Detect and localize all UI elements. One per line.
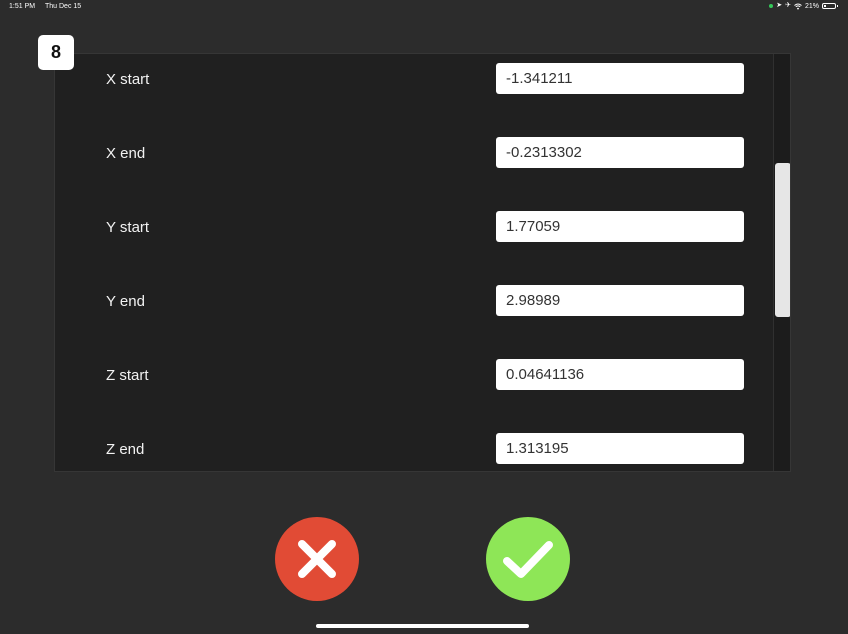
field-row-y-end: Y end (55, 285, 773, 319)
field-row-z-start: Z start (55, 359, 773, 393)
field-label: X start (106, 71, 150, 88)
checkmark-icon (503, 541, 553, 578)
y-start-input[interactable] (496, 211, 744, 242)
status-time: 1:51 PM (9, 3, 36, 10)
battery-percent: 21% (804, 2, 819, 10)
close-icon (298, 540, 336, 578)
field-label: Z start (106, 367, 149, 384)
screen: 1:51 PM Thu Dec 15 ➤ ✈ 21% 8 X start X e… (0, 0, 848, 634)
battery-level (824, 5, 826, 7)
field-row-x-end: X end (55, 137, 773, 171)
recording-dot-icon (769, 4, 774, 8)
field-row-y-start: Y start (55, 211, 773, 245)
airplane-icon: ✈ (785, 2, 791, 9)
confirm-button[interactable] (486, 517, 570, 601)
status-bar: 1:51 PM Thu Dec 15 ➤ ✈ 21% (0, 0, 848, 14)
field-label: X end (106, 145, 146, 162)
scrollbar[interactable] (773, 54, 790, 471)
step-badge: 8 (38, 35, 74, 70)
field-label: Z end (106, 441, 145, 458)
field-label: Y start (106, 219, 150, 236)
field-label: Y end (106, 293, 145, 310)
status-date: Thu Dec 15 (45, 3, 82, 10)
home-indicator[interactable] (316, 624, 529, 628)
field-row-z-end: Z end (55, 433, 773, 467)
x-end-input[interactable] (496, 137, 744, 168)
battery-icon (822, 3, 838, 9)
scrollbar-thumb[interactable] (775, 163, 790, 317)
location-icon: ➤ (776, 2, 783, 9)
x-start-input[interactable] (496, 63, 744, 94)
status-indicators: ➤ ✈ 21% (769, 2, 838, 10)
coordinates-panel: X start X end Y start Y end Z start Z en… (54, 53, 791, 472)
z-start-input[interactable] (496, 359, 744, 390)
cancel-button[interactable] (275, 517, 359, 601)
y-end-input[interactable] (496, 285, 744, 316)
z-end-input[interactable] (496, 433, 744, 464)
wifi-icon (794, 3, 802, 9)
field-row-x-start: X start (55, 63, 773, 97)
